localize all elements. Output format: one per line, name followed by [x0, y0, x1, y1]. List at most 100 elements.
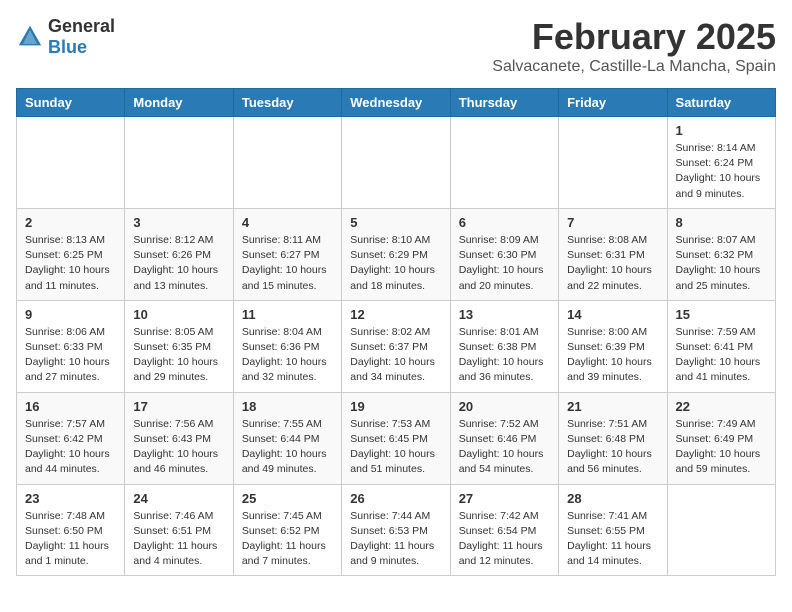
calendar-cell: [450, 117, 558, 209]
calendar-cell: 1 Sunrise: 8:14 AM Sunset: 6:24 PM Daylig…: [667, 117, 775, 209]
calendar-cell: 8 Sunrise: 8:07 AM Sunset: 6:32 PM Daylig…: [667, 208, 775, 300]
title-block: February 2025 Salvacanete, Castille-La M…: [492, 16, 776, 76]
weekday-header-thursday: Thursday: [450, 89, 558, 117]
day-info: Sunrise: 7:45 AM Sunset: 6:52 PM Dayligh…: [242, 509, 333, 570]
calendar-cell: 5 Sunrise: 8:10 AM Sunset: 6:29 PM Daylig…: [342, 208, 450, 300]
calendar-cell: [17, 117, 125, 209]
calendar-cell: 18 Sunrise: 7:55 AM Sunset: 6:44 PM Dayli…: [233, 392, 341, 484]
day-info: Sunrise: 8:08 AM Sunset: 6:31 PM Dayligh…: [567, 233, 658, 294]
calendar-cell: 12 Sunrise: 8:02 AM Sunset: 6:37 PM Dayli…: [342, 300, 450, 392]
day-number: 15: [676, 307, 767, 322]
calendar-cell: 25Sunrise: 7:45 AM Sunset: 6:52 PM Dayli…: [233, 484, 341, 576]
calendar-cell: 17 Sunrise: 7:56 AM Sunset: 6:43 PM Dayli…: [125, 392, 233, 484]
calendar-week-row: 16 Sunrise: 7:57 AM Sunset: 6:42 PM Dayli…: [17, 392, 776, 484]
day-number: 23: [25, 491, 116, 506]
calendar-cell: 10Sunrise: 8:05 AM Sunset: 6:35 PM Dayli…: [125, 300, 233, 392]
calendar-week-row: 1 Sunrise: 8:14 AM Sunset: 6:24 PM Daylig…: [17, 117, 776, 209]
calendar-cell: 11 Sunrise: 8:04 AM Sunset: 6:36 PM Dayli…: [233, 300, 341, 392]
calendar-cell: [233, 117, 341, 209]
calendar-cell: 27Sunrise: 7:42 AM Sunset: 6:54 PM Dayli…: [450, 484, 558, 576]
day-number: 21: [567, 399, 658, 414]
day-info: Sunrise: 7:49 AM Sunset: 6:49 PM Dayligh…: [676, 417, 767, 478]
day-number: 5: [350, 215, 441, 230]
weekday-header-wednesday: Wednesday: [342, 89, 450, 117]
calendar-table: SundayMondayTuesdayWednesdayThursdayFrid…: [16, 88, 776, 576]
day-info: Sunrise: 8:09 AM Sunset: 6:30 PM Dayligh…: [459, 233, 550, 294]
calendar-cell: 16 Sunrise: 7:57 AM Sunset: 6:42 PM Dayli…: [17, 392, 125, 484]
weekday-header-monday: Monday: [125, 89, 233, 117]
day-number: 19: [350, 399, 441, 414]
calendar-cell: 6 Sunrise: 8:09 AM Sunset: 6:30 PM Daylig…: [450, 208, 558, 300]
day-info: Sunrise: 8:12 AM Sunset: 6:26 PM Dayligh…: [133, 233, 224, 294]
logo: General Blue: [16, 16, 115, 58]
day-info: Sunrise: 8:10 AM Sunset: 6:29 PM Dayligh…: [350, 233, 441, 294]
month-title: February 2025: [492, 16, 776, 58]
day-number: 11: [242, 307, 333, 322]
location-title: Salvacanete, Castille-La Mancha, Spain: [492, 58, 776, 76]
day-info: Sunrise: 7:59 AM Sunset: 6:41 PM Dayligh…: [676, 325, 767, 386]
day-info: Sunrise: 7:41 AM Sunset: 6:55 PM Dayligh…: [567, 509, 658, 570]
calendar-cell: 20 Sunrise: 7:52 AM Sunset: 6:46 PM Dayli…: [450, 392, 558, 484]
calendar-cell: 21 Sunrise: 7:51 AM Sunset: 6:48 PM Dayli…: [559, 392, 667, 484]
day-info: Sunrise: 7:51 AM Sunset: 6:48 PM Dayligh…: [567, 417, 658, 478]
day-info: Sunrise: 8:04 AM Sunset: 6:36 PM Dayligh…: [242, 325, 333, 386]
day-info: Sunrise: 7:57 AM Sunset: 6:42 PM Dayligh…: [25, 417, 116, 478]
day-number: 10: [133, 307, 224, 322]
day-number: 24: [133, 491, 224, 506]
weekday-header-tuesday: Tuesday: [233, 89, 341, 117]
day-number: 9: [25, 307, 116, 322]
weekday-header-friday: Friday: [559, 89, 667, 117]
calendar-cell: 28 Sunrise: 7:41 AM Sunset: 6:55 PM Dayli…: [559, 484, 667, 576]
day-number: 6: [459, 215, 550, 230]
day-number: 16: [25, 399, 116, 414]
weekday-header-row: SundayMondayTuesdayWednesdayThursdayFrid…: [17, 89, 776, 117]
day-number: 3: [133, 215, 224, 230]
day-info: Sunrise: 7:48 AM Sunset: 6:50 PM Dayligh…: [25, 509, 116, 570]
calendar-cell: [667, 484, 775, 576]
day-number: 1: [676, 123, 767, 138]
day-number: 14: [567, 307, 658, 322]
day-info: Sunrise: 8:14 AM Sunset: 6:24 PM Dayligh…: [676, 141, 767, 202]
day-info: Sunrise: 8:02 AM Sunset: 6:37 PM Dayligh…: [350, 325, 441, 386]
logo-icon: [16, 23, 44, 51]
calendar-cell: 3 Sunrise: 8:12 AM Sunset: 6:26 PM Daylig…: [125, 208, 233, 300]
day-number: 17: [133, 399, 224, 414]
logo-general: General: [48, 16, 115, 36]
calendar-cell: 22 Sunrise: 7:49 AM Sunset: 6:49 PM Dayli…: [667, 392, 775, 484]
calendar-cell: [125, 117, 233, 209]
day-number: 28: [567, 491, 658, 506]
day-info: Sunrise: 8:13 AM Sunset: 6:25 PM Dayligh…: [25, 233, 116, 294]
calendar-cell: 13Sunrise: 8:01 AM Sunset: 6:38 PM Dayli…: [450, 300, 558, 392]
calendar-cell: 15 Sunrise: 7:59 AM Sunset: 6:41 PM Dayli…: [667, 300, 775, 392]
calendar-week-row: 2 Sunrise: 8:13 AM Sunset: 6:25 PM Daylig…: [17, 208, 776, 300]
calendar-cell: 4 Sunrise: 8:11 AM Sunset: 6:27 PM Daylig…: [233, 208, 341, 300]
day-number: 8: [676, 215, 767, 230]
calendar-cell: [559, 117, 667, 209]
day-info: Sunrise: 7:55 AM Sunset: 6:44 PM Dayligh…: [242, 417, 333, 478]
day-number: 2: [25, 215, 116, 230]
day-number: 12: [350, 307, 441, 322]
day-info: Sunrise: 7:44 AM Sunset: 6:53 PM Dayligh…: [350, 509, 441, 570]
day-info: Sunrise: 7:56 AM Sunset: 6:43 PM Dayligh…: [133, 417, 224, 478]
calendar-cell: 19 Sunrise: 7:53 AM Sunset: 6:45 PM Dayli…: [342, 392, 450, 484]
calendar-cell: 2 Sunrise: 8:13 AM Sunset: 6:25 PM Daylig…: [17, 208, 125, 300]
day-number: 4: [242, 215, 333, 230]
calendar-cell: 7 Sunrise: 8:08 AM Sunset: 6:31 PM Daylig…: [559, 208, 667, 300]
calendar-week-row: 9 Sunrise: 8:06 AM Sunset: 6:33 PM Daylig…: [17, 300, 776, 392]
calendar-cell: 9 Sunrise: 8:06 AM Sunset: 6:33 PM Daylig…: [17, 300, 125, 392]
logo-blue: Blue: [48, 37, 87, 57]
day-number: 20: [459, 399, 550, 414]
day-info: Sunrise: 8:06 AM Sunset: 6:33 PM Dayligh…: [25, 325, 116, 386]
weekday-header-sunday: Sunday: [17, 89, 125, 117]
calendar-cell: 23 Sunrise: 7:48 AM Sunset: 6:50 PM Dayli…: [17, 484, 125, 576]
day-number: 22: [676, 399, 767, 414]
day-number: 18: [242, 399, 333, 414]
day-info: Sunrise: 8:11 AM Sunset: 6:27 PM Dayligh…: [242, 233, 333, 294]
page-header: General Blue February 2025 Salvacanete, …: [16, 16, 776, 76]
day-info: Sunrise: 7:53 AM Sunset: 6:45 PM Dayligh…: [350, 417, 441, 478]
day-number: 7: [567, 215, 658, 230]
day-info: Sunrise: 7:52 AM Sunset: 6:46 PM Dayligh…: [459, 417, 550, 478]
day-info: Sunrise: 8:01 AM Sunset: 6:38 PM Dayligh…: [459, 325, 550, 386]
day-number: 27: [459, 491, 550, 506]
day-info: Sunrise: 8:07 AM Sunset: 6:32 PM Dayligh…: [676, 233, 767, 294]
